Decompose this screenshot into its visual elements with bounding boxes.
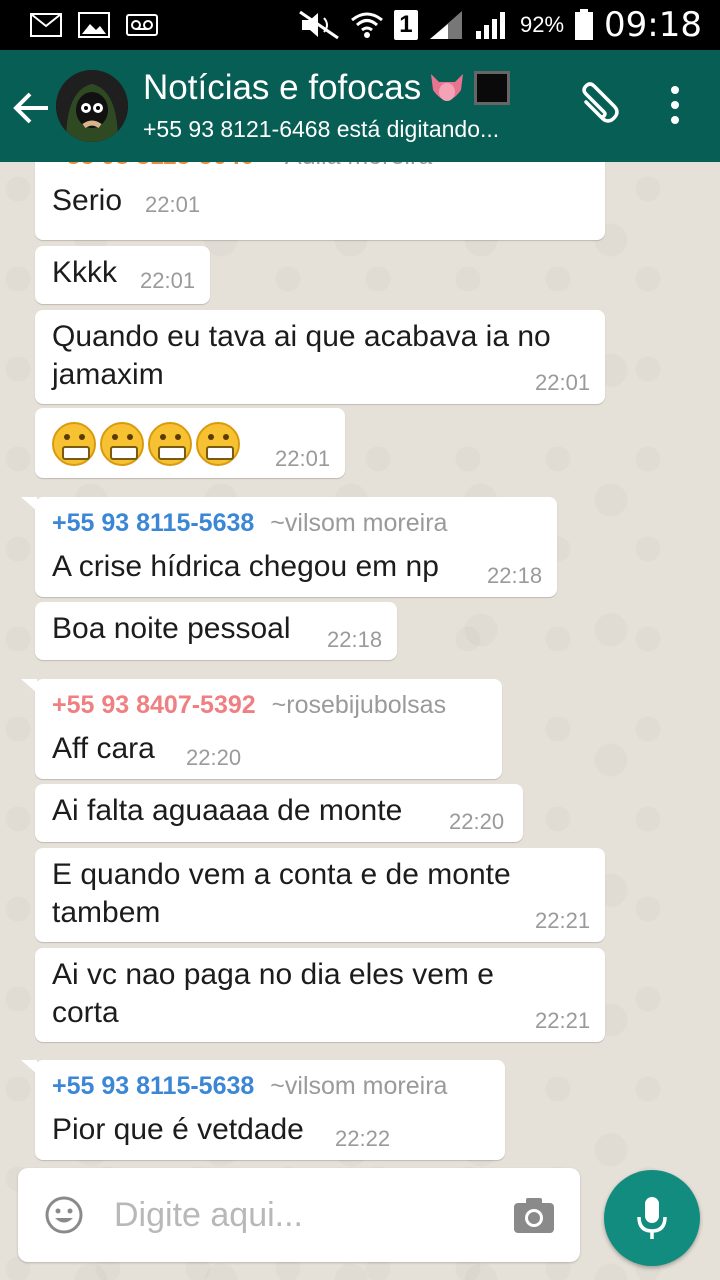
- hooded-figure-icon: [56, 70, 128, 142]
- devil-emoji-icon: [431, 74, 464, 101]
- message-bubble[interactable]: Ai falta aguaaaa de monte 22:20: [35, 784, 523, 842]
- message-time: 22:01: [535, 370, 591, 395]
- message-time: 22:01: [145, 192, 201, 217]
- message-text: Boa noite pessoal: [52, 612, 291, 645]
- message-text: Ai falta aguaaaa de monte: [52, 794, 403, 827]
- message-time: 22:18: [327, 627, 383, 652]
- message-text-line-2: jamaxim: [52, 358, 164, 391]
- message-text: Serio: [52, 184, 123, 217]
- overflow-menu-button[interactable]: [660, 80, 690, 130]
- mail-icon: [30, 13, 62, 37]
- signal-icon: [429, 11, 462, 39]
- notification-icons: [30, 12, 158, 38]
- group-avatar[interactable]: [56, 70, 128, 142]
- sender-header: +55 93 8407-5392 ~rosebijubolsas: [52, 691, 446, 720]
- black-square-icon: [474, 71, 511, 105]
- message-time: 22:20: [449, 809, 505, 834]
- clock: 09:18: [604, 5, 702, 45]
- sender-name: ~Adila moreira: [270, 162, 432, 171]
- message-text-line-2: tambem: [52, 896, 161, 929]
- sender-name: ~rosebijubolsas: [271, 691, 447, 719]
- message-text: Aff cara: [52, 732, 155, 765]
- microphone-icon: [637, 1197, 667, 1239]
- sender-phone: +55 93 8115-5640: [52, 162, 254, 171]
- message-bubble[interactable]: +55 93 8115-5638 ~vilsom moreira A crise…: [21, 497, 557, 597]
- camera-icon[interactable]: [512, 1195, 556, 1235]
- battery-icon: [575, 9, 594, 40]
- message-bubble[interactable]: Quando eu tava ai que acabava ia no jama…: [35, 310, 605, 404]
- grinning-emoji-row: [52, 422, 244, 466]
- image-icon: [78, 12, 110, 38]
- message-time: 22:01: [275, 446, 331, 471]
- message-text-line-1: Quando eu tava ai que acabava ia no: [52, 320, 551, 353]
- message-time: 22:20: [186, 745, 242, 770]
- message-bubble[interactable]: +55 93 8407-5392 ~rosebijubolsas Aff car…: [21, 679, 502, 779]
- sender-header: +55 93 8115-5638 ~vilsom moreira: [52, 1072, 447, 1101]
- sender-name: ~vilsom moreira: [270, 509, 448, 537]
- sim-slot-badge: 1: [393, 10, 418, 40]
- chat-title-text: Notícias e fofocas: [143, 68, 422, 107]
- message-text-line-2: corta: [52, 996, 119, 1029]
- sender-phone: +55 93 8407-5392: [52, 691, 256, 719]
- message-compose-bar[interactable]: Digite aqui...: [18, 1168, 580, 1262]
- message-text: A crise hídrica chegou em np: [52, 550, 439, 583]
- message-text-line-1: Ai vc nao paga no dia eles vem e: [52, 958, 494, 991]
- message-bubble[interactable]: E quando vem a conta e de monte tambem 2…: [35, 848, 605, 942]
- grinning-face-icon: [52, 422, 96, 466]
- message-bubble[interactable]: +55 93 8115-5638 ~vilsom moreira Pior qu…: [21, 1060, 505, 1160]
- smiley-icon[interactable]: [44, 1195, 84, 1235]
- message-bubble[interactable]: Kkkk 22:01: [35, 246, 210, 304]
- mute-icon: [299, 10, 339, 40]
- message-input[interactable]: Digite aqui...: [114, 1196, 303, 1235]
- voice-record-button[interactable]: [604, 1170, 700, 1266]
- message-bubble[interactable]: 22:01: [35, 408, 345, 478]
- signal-icon-2: [475, 12, 505, 39]
- message-text-line-1: E quando vem a conta e de monte: [52, 858, 511, 891]
- wifi-icon: [351, 12, 383, 38]
- message-time: 22:21: [535, 1008, 591, 1033]
- message-text: Kkkk: [52, 256, 118, 289]
- status-bar: 1 92% 09:18: [0, 0, 720, 50]
- grinning-face-icon: [148, 422, 192, 466]
- message-list[interactable]: +55 93 8115-5640 ~Adila moreira Serio 22…: [0, 162, 720, 1280]
- sender-header: +55 93 8115-5640 ~Adila moreira: [52, 162, 432, 171]
- sender-phone: +55 93 8115-5638: [52, 1072, 255, 1100]
- message-time: 22:01: [140, 268, 196, 293]
- system-icons: 1 92% 09:18: [298, 5, 702, 45]
- message-bubble[interactable]: Ai vc nao paga no dia eles vem e corta 2…: [35, 948, 605, 1042]
- sender-phone: +55 93 8115-5638: [52, 509, 255, 537]
- grinning-face-icon: [196, 422, 240, 466]
- voicemail-icon: [126, 14, 158, 36]
- battery-percent: 92%: [519, 12, 565, 37]
- message-time: 22:22: [335, 1126, 391, 1151]
- message-bubble[interactable]: +55 93 8115-5640 ~Adila moreira Serio 22…: [35, 162, 605, 240]
- sender-header: +55 93 8115-5638 ~vilsom moreira: [52, 509, 447, 538]
- grinning-face-icon: [100, 422, 144, 466]
- message-text: Pior que é vetdade: [52, 1113, 304, 1146]
- chat-title[interactable]: Notícias e fofocas: [143, 68, 511, 108]
- chat-header: Notícias e fofocas +55 93 8121-6468 está…: [0, 50, 720, 162]
- typing-status: +55 93 8121-6468 está digitando...: [143, 116, 500, 142]
- sender-name: ~vilsom moreira: [270, 1072, 448, 1100]
- message-bubble[interactable]: Boa noite pessoal 22:18: [35, 602, 397, 660]
- message-time: 22:21: [535, 908, 591, 933]
- back-arrow-icon[interactable]: [12, 88, 52, 128]
- message-time: 22:18: [487, 563, 543, 588]
- paperclip-icon[interactable]: [572, 80, 622, 130]
